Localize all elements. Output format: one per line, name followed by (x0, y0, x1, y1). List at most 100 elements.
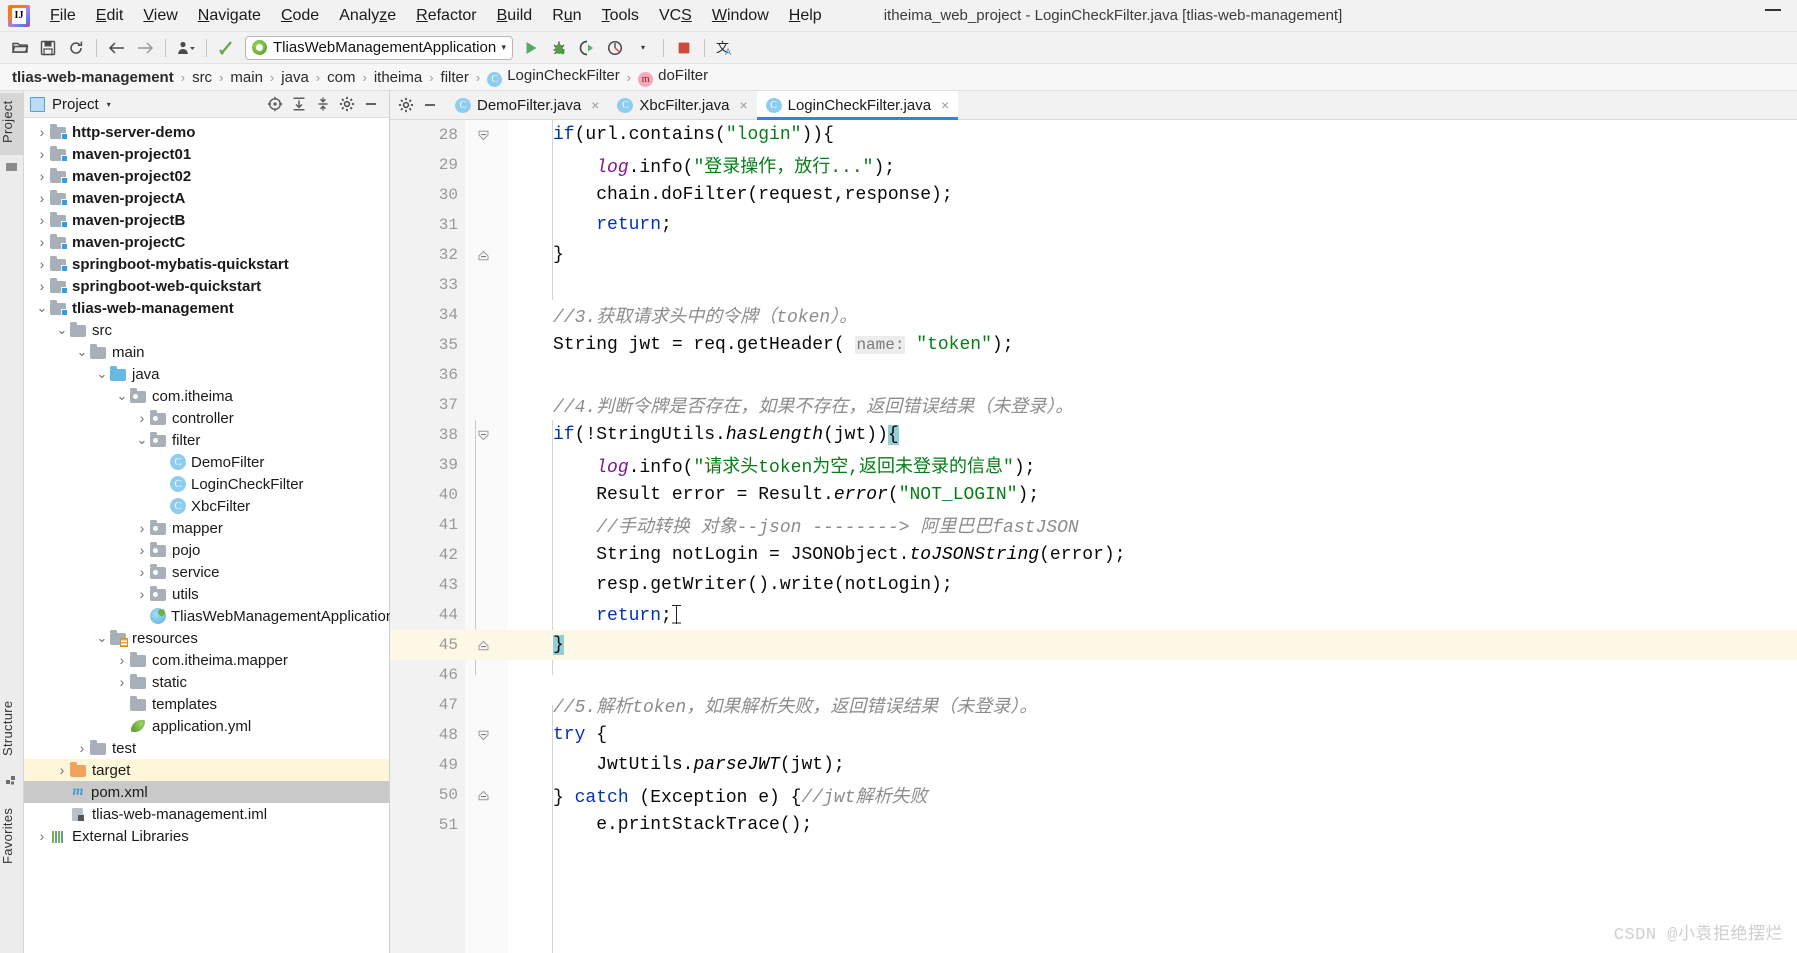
run-configuration-selector[interactable]: TliasWebManagementApplication ▾ (245, 35, 513, 60)
code-editor[interactable]: 28 if(url.contains("login")){29 log.info(… (390, 120, 1797, 953)
menu-item-analyze[interactable]: Analyze (329, 3, 406, 29)
code-line[interactable]: 36 (390, 360, 1797, 390)
tree-item-xbcfilter[interactable]: C XbcFilter (24, 495, 389, 517)
tree-item-filter[interactable]: ⌄ filter (24, 429, 389, 451)
debug-icon[interactable] (546, 36, 572, 60)
sidebar-item-favorites[interactable]: Favorites (0, 797, 24, 875)
code-line[interactable]: 45} (390, 630, 1797, 660)
tree-item-application-yml[interactable]: application.yml (24, 715, 389, 737)
chevron-down-icon[interactable]: ⌄ (74, 345, 90, 358)
tree-item-java[interactable]: ⌄ java (24, 363, 389, 385)
menu-item-navigate[interactable]: Navigate (188, 3, 271, 29)
tree-item-src[interactable]: ⌄ src (24, 319, 389, 341)
tree-item-static[interactable]: › static (24, 671, 389, 693)
profiler-icon[interactable] (602, 36, 628, 60)
tree-item-maven-projectc[interactable]: › maven-projectC (24, 231, 389, 253)
hide-editor-tabs-icon[interactable] (418, 94, 442, 116)
fold-region-start-icon[interactable] (478, 730, 489, 741)
chevron-down-icon[interactable]: ⌄ (94, 367, 110, 380)
chevron-right-icon[interactable]: › (34, 168, 50, 184)
code-line[interactable]: 48 try { (390, 720, 1797, 750)
chevron-down-icon-profiler[interactable]: ▾ (630, 36, 656, 60)
editor-tab-logincheckfilter-java[interactable]: C LoginCheckFilter.java × (756, 91, 959, 120)
chevron-right-icon[interactable]: › (34, 124, 50, 140)
tree-item-resources[interactable]: ⌄ resources (24, 627, 389, 649)
menu-item-code[interactable]: Code (271, 3, 329, 29)
code-line[interactable]: 49 JwtUtils.parseJWT(jwt); (390, 750, 1797, 780)
code-line[interactable]: 43 resp.getWriter().write(notLogin); (390, 570, 1797, 600)
chevron-right-icon[interactable]: › (134, 564, 150, 580)
tree-item-tlias-web-management-iml[interactable]: tlias-web-management.iml (24, 803, 389, 825)
sidebar-item-structure[interactable]: Structure (0, 691, 24, 765)
menu-item-help[interactable]: Help (779, 3, 832, 29)
sidebar-item-project[interactable]: Project (0, 93, 24, 155)
tree-item-service[interactable]: › service (24, 561, 389, 583)
chevron-down-icon[interactable]: ⌄ (134, 433, 150, 446)
menu-item-edit[interactable]: Edit (86, 3, 134, 29)
code-line[interactable]: 47 //5.解析token，如果解析失败，返回错误结果（未登录）。 (390, 690, 1797, 720)
translate-icon[interactable]: 文A (712, 36, 738, 60)
chevron-down-icon[interactable]: ▾ (107, 100, 111, 109)
chevron-right-icon[interactable]: › (114, 652, 130, 668)
code-line[interactable]: 38 if(!StringUtils.hasLength(jwt)){ (390, 420, 1797, 450)
fold-region-end-icon[interactable] (478, 640, 489, 651)
chevron-down-icon[interactable]: ▾ (501, 42, 506, 53)
chevron-right-icon[interactable]: › (114, 674, 130, 690)
tree-item-utils[interactable]: › utils (24, 583, 389, 605)
forward-icon[interactable] (132, 36, 158, 60)
chevron-down-icon[interactable]: ⌄ (54, 323, 70, 336)
code-line[interactable]: 51 e.printStackTrace(); (390, 810, 1797, 840)
close-icon[interactable]: × (739, 98, 747, 112)
editor-tab-demofilter-java[interactable]: C DemoFilter.java × (446, 91, 609, 119)
code-line[interactable]: 41 //手动转换 对象--json --------> 阿里巴巴fastJSO… (390, 510, 1797, 540)
code-line[interactable]: 31 return; (390, 210, 1797, 240)
breadcrumb-item-com[interactable]: com (327, 69, 355, 86)
menu-item-run[interactable]: Run (542, 3, 591, 29)
chevron-right-icon[interactable]: › (134, 410, 150, 426)
menu-item-window[interactable]: Window (702, 3, 779, 29)
tree-item-mapper[interactable]: › mapper (24, 517, 389, 539)
tree-item-maven-projecta[interactable]: › maven-projectA (24, 187, 389, 209)
favorites-small-icon[interactable] (5, 774, 18, 787)
code-line[interactable]: 46 (390, 660, 1797, 690)
chevron-right-icon[interactable]: › (34, 190, 50, 206)
save-all-icon[interactable] (35, 36, 61, 60)
chevron-right-icon[interactable]: › (134, 586, 150, 602)
tree-item-pom-xml[interactable]: m pom.xml (24, 781, 389, 803)
sync-icon[interactable] (63, 36, 89, 60)
chevron-right-icon[interactable]: › (34, 146, 50, 162)
hide-panel-icon[interactable] (359, 93, 383, 115)
tree-item-http-server-demo[interactable]: › http-server-demo (24, 121, 389, 143)
chevron-right-icon[interactable]: › (34, 234, 50, 250)
stop-icon[interactable] (671, 36, 697, 60)
breadcrumb-item-filter[interactable]: filter (441, 69, 469, 86)
breadcrumb-item-itheima[interactable]: itheima (374, 69, 422, 86)
tree-item-demofilter[interactable]: C DemoFilter (24, 451, 389, 473)
breadcrumb-item-src[interactable]: src (192, 69, 212, 86)
settings-gear-icon[interactable] (335, 93, 359, 115)
code-line[interactable]: 39 log.info("请求头token为空,返回未登录的信息"); (390, 450, 1797, 480)
tree-item-maven-project02[interactable]: › maven-project02 (24, 165, 389, 187)
chevron-down-icon[interactable]: ⌄ (114, 389, 130, 402)
settings-gear-icon-editor[interactable] (394, 94, 418, 116)
tree-item-templates[interactable]: templates (24, 693, 389, 715)
chevron-right-icon[interactable]: › (34, 212, 50, 228)
code-line[interactable]: 50} catch (Exception e) {//jwt解析失败 (390, 780, 1797, 810)
tree-item-maven-project01[interactable]: › maven-project01 (24, 143, 389, 165)
collapse-all-icon[interactable] (311, 93, 335, 115)
code-line[interactable]: 44 return; (390, 600, 1797, 630)
chevron-right-icon[interactable]: › (54, 762, 70, 778)
code-line[interactable]: 42 String notLogin = JSONObject.toJSONSt… (390, 540, 1797, 570)
tree-item-logincheckfilter[interactable]: C LoginCheckFilter (24, 473, 389, 495)
close-icon[interactable]: × (591, 98, 599, 112)
tree-item-target[interactable]: › target (24, 759, 389, 781)
code-line[interactable]: 29 log.info("登录操作，放行..."); (390, 150, 1797, 180)
breadcrumb-item-java[interactable]: java (281, 69, 309, 86)
tree-item-springboot-web-quickstart[interactable]: › springboot-web-quickstart (24, 275, 389, 297)
fold-region-start-icon[interactable] (478, 430, 489, 441)
code-line[interactable]: 40 Result error = Result.error("NOT_LOGI… (390, 480, 1797, 510)
breadcrumb-item-tlias-web-management[interactable]: tlias-web-management (12, 69, 174, 86)
tree-item-tlias-web-management[interactable]: ⌄ tlias-web-management (24, 297, 389, 319)
code-line[interactable]: 32} (390, 240, 1797, 270)
chevron-down-icon[interactable]: ⌄ (34, 301, 50, 314)
